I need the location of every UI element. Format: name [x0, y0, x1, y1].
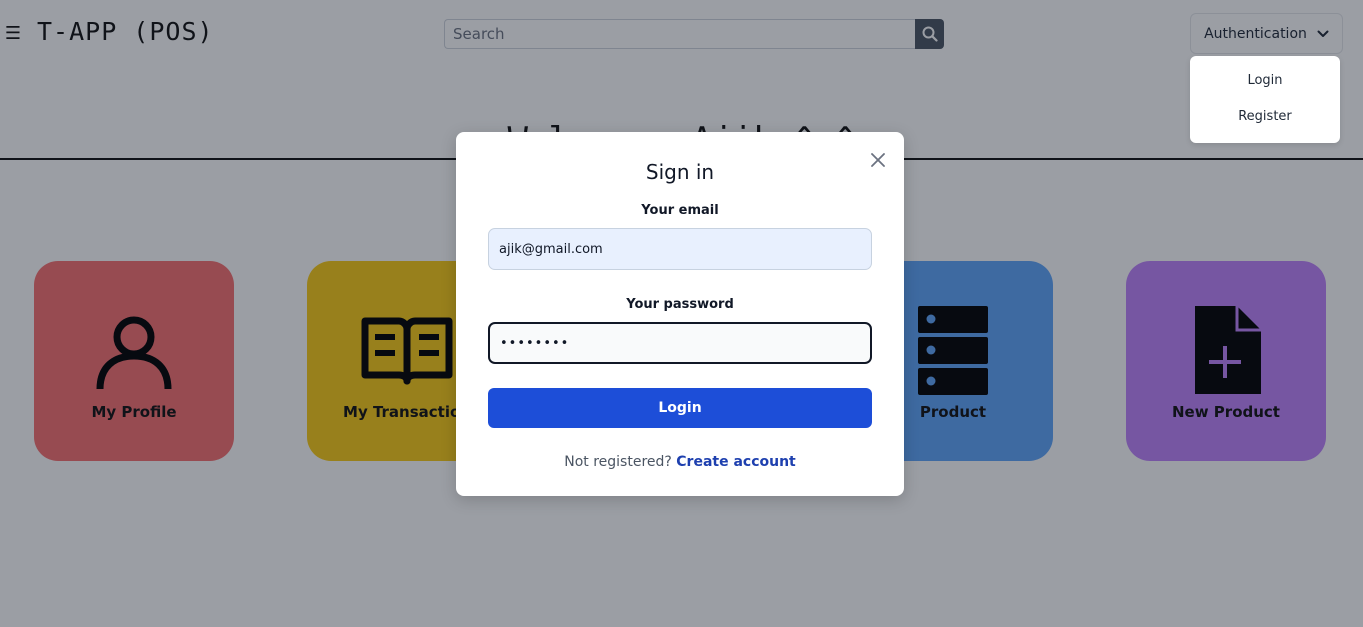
- register-prompt: Not registered?: [564, 454, 672, 470]
- menu-item-register[interactable]: Register: [1190, 109, 1340, 124]
- page: ☰ T-APP (POS) Authentication Welcome, Aj…: [0, 0, 1363, 627]
- register-prompt-line: Not registered? Create account: [456, 454, 904, 470]
- menu-item-login[interactable]: Login: [1190, 73, 1340, 88]
- email-field[interactable]: [488, 228, 872, 270]
- authentication-menu: Login Register: [1190, 56, 1340, 143]
- login-button[interactable]: Login: [488, 388, 872, 428]
- password-label: Your password: [626, 297, 734, 312]
- password-field[interactable]: [488, 322, 872, 364]
- modal-title: Sign in: [645, 160, 715, 184]
- email-label: Your email: [641, 203, 719, 218]
- create-account-link[interactable]: Create account: [676, 454, 795, 470]
- sign-in-modal: Sign in Your email Your password Login N…: [456, 132, 904, 496]
